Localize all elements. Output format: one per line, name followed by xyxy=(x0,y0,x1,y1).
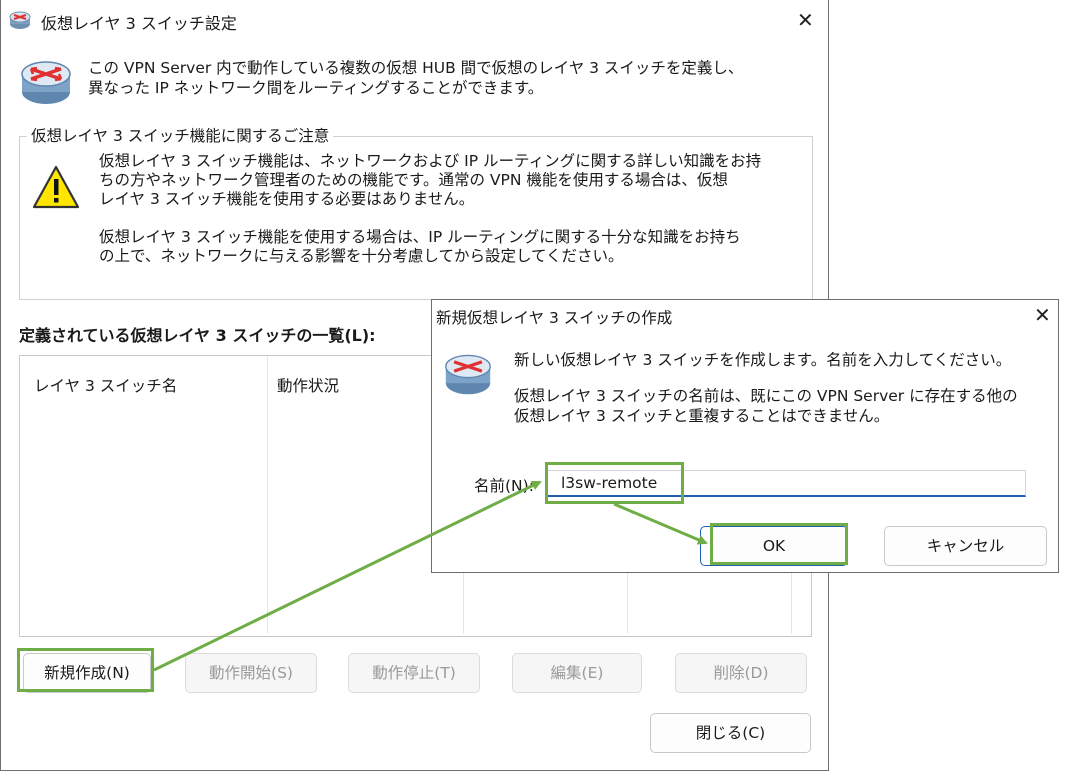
dialog-message: 新しい仮想レイヤ 3 スイッチを作成します。名前を入力してください。 xyxy=(514,351,1012,369)
name-label: 名前(N): xyxy=(474,477,534,495)
close-icon[interactable]: ✕ xyxy=(1034,305,1051,325)
warning-icon xyxy=(32,165,80,209)
dialog-title: 新規仮想レイヤ 3 スイッチの作成 xyxy=(436,309,673,327)
switch-list-label: 定義されている仮想レイヤ 3 スイッチの一覧(L): xyxy=(19,326,376,345)
router-icon xyxy=(9,11,31,29)
intro-text: この VPN Server 内で動作している複数の仮想 HUB 間で仮想のレイヤ… xyxy=(88,59,744,97)
close-icon[interactable]: ✕ xyxy=(797,10,814,30)
delete-button[interactable]: 削除(D) xyxy=(675,653,807,693)
highlight-name-input xyxy=(545,462,684,504)
highlight-ok-button xyxy=(710,523,848,565)
highlight-new-button xyxy=(17,648,154,692)
column-separator xyxy=(267,356,268,634)
window-title: 仮想レイヤ 3 スイッチ設定 xyxy=(41,14,237,33)
start-button[interactable]: 動作開始(S) xyxy=(185,653,317,693)
cancel-button[interactable]: キャンセル xyxy=(884,526,1047,566)
close-button[interactable]: 閉じる(C) xyxy=(650,713,811,753)
caution-text: 仮想レイヤ 3 スイッチ機能は、ネットワークおよび IP ルーティングに関する詳… xyxy=(99,152,762,265)
column-header-name[interactable]: レイヤ 3 スイッチ名 xyxy=(34,374,177,396)
caution-title: 仮想レイヤ 3 スイッチ機能に関するご注意 xyxy=(27,124,334,146)
edit-button[interactable]: 編集(E) xyxy=(512,653,642,693)
router-icon xyxy=(21,61,71,104)
title-bar: 仮想レイヤ 3 スイッチ設定 ✕ xyxy=(1,0,828,40)
stop-button[interactable]: 動作停止(T) xyxy=(348,653,480,693)
router-icon xyxy=(445,354,491,395)
column-header-status[interactable]: 動作状況 xyxy=(277,374,339,396)
dialog-note: 仮想レイヤ 3 スイッチの名前は、既にこの VPN Server に存在する他の… xyxy=(514,387,1018,425)
